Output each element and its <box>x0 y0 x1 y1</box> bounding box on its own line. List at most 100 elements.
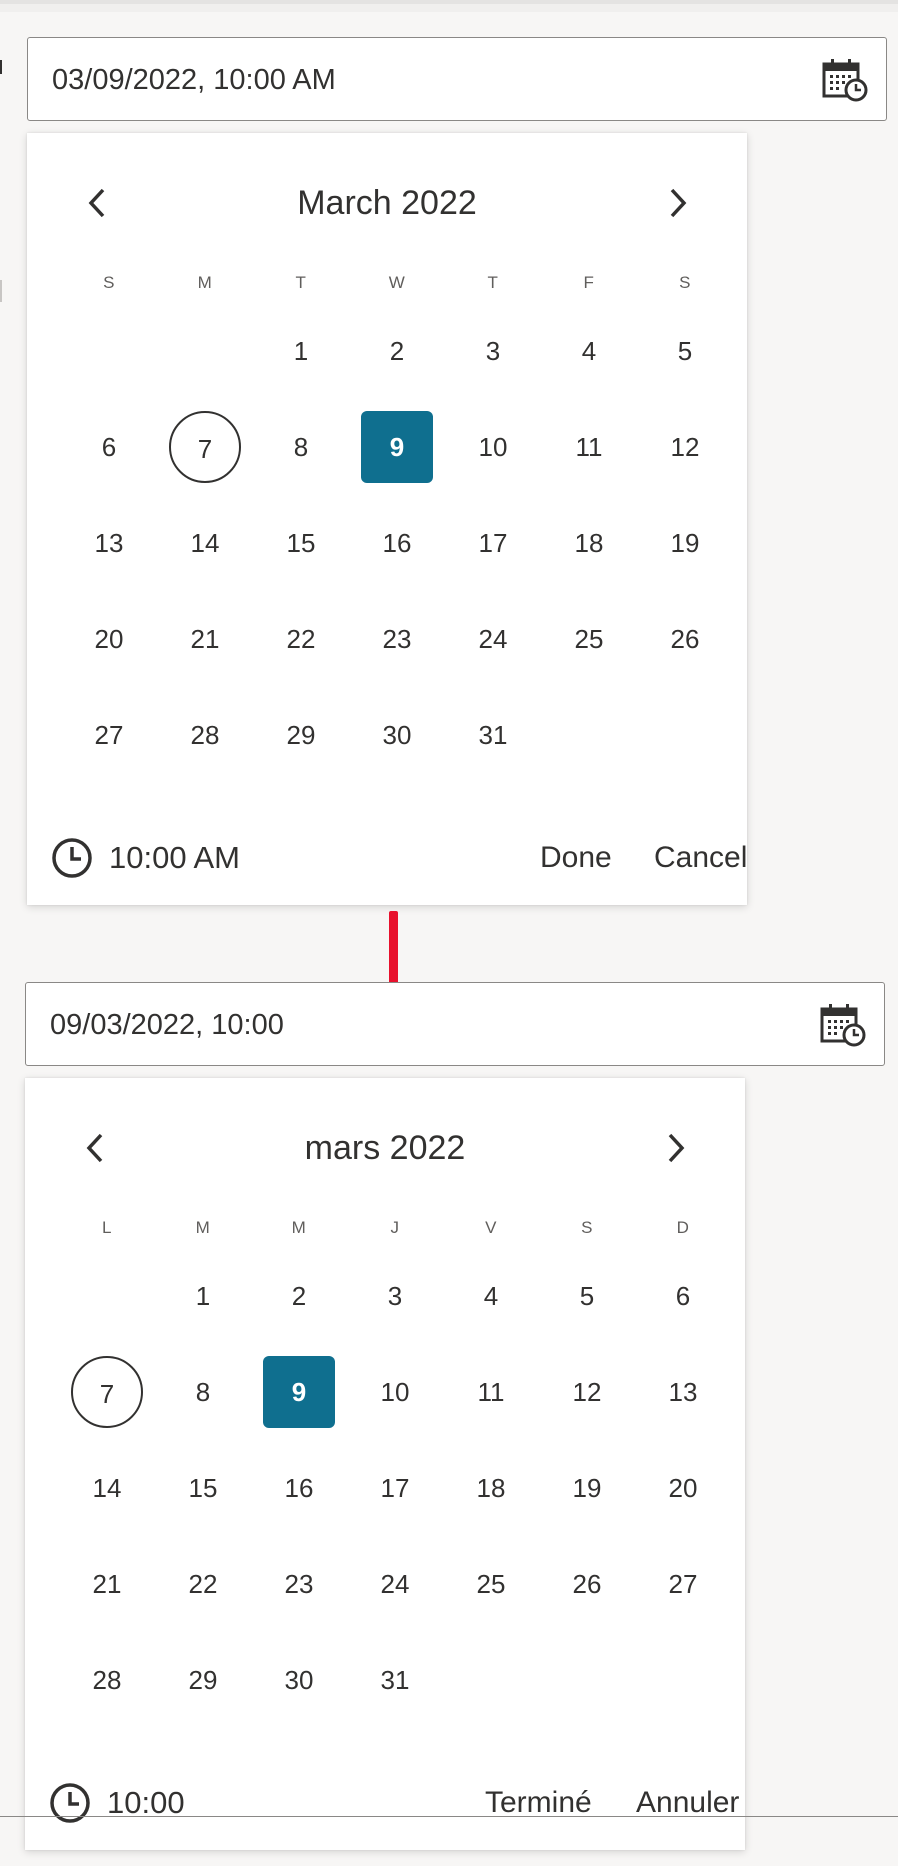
month-year-label[interactable]: mars 2022 <box>145 1126 625 1170</box>
day-cell[interactable]: 26 <box>637 591 733 687</box>
time-value[interactable]: 10:00 <box>107 1778 185 1828</box>
day-cell[interactable]: 1 <box>155 1248 251 1344</box>
done-button[interactable]: Done <box>540 833 612 883</box>
day-cell[interactable]: 23 <box>349 591 445 687</box>
day-cell[interactable]: 29 <box>155 1632 251 1728</box>
day-cell[interactable]: 1 <box>253 303 349 399</box>
day-cell[interactable]: 10 <box>445 399 541 495</box>
day-cell[interactable]: 20 <box>61 591 157 687</box>
calendar-clock-icon[interactable] <box>820 1003 866 1047</box>
day-cell[interactable]: 11 <box>541 399 637 495</box>
clock-icon[interactable] <box>49 1782 91 1824</box>
day-cell[interactable]: 3 <box>445 303 541 399</box>
day-cell[interactable]: 24 <box>347 1536 443 1632</box>
day-cell[interactable]: 28 <box>59 1632 155 1728</box>
day-cell[interactable]: 4 <box>443 1248 539 1344</box>
next-month-button[interactable] <box>654 1126 698 1170</box>
datetime-input-en[interactable]: 03/09/2022, 10:00 AM <box>27 37 887 121</box>
today-day[interactable]: 7 <box>157 399 253 495</box>
day-cell[interactable]: 12 <box>539 1344 635 1440</box>
day-cell[interactable]: 6 <box>635 1248 731 1344</box>
day-cell[interactable]: 8 <box>253 399 349 495</box>
weekday-label: T <box>295 273 307 292</box>
today-day[interactable]: 7 <box>59 1344 155 1440</box>
day-cell[interactable]: 8 <box>155 1344 251 1440</box>
day-cell[interactable]: 17 <box>445 495 541 591</box>
day-cell[interactable]: 5 <box>539 1248 635 1344</box>
weekday-label: W <box>388 273 406 292</box>
month-year-label[interactable]: March 2022 <box>147 181 627 225</box>
selected-day[interactable]: 9 <box>349 399 445 495</box>
day-cell[interactable]: 29 <box>253 687 349 783</box>
day-cell[interactable]: 10 <box>347 1344 443 1440</box>
day-cell[interactable]: 15 <box>155 1440 251 1536</box>
day-cell[interactable]: 23 <box>251 1536 347 1632</box>
day-cell[interactable]: 6 <box>61 399 157 495</box>
weekday-label: J <box>390 1218 400 1237</box>
day-cell[interactable]: 2 <box>349 303 445 399</box>
red-divider <box>389 911 398 984</box>
day-cell[interactable]: 19 <box>637 495 733 591</box>
day-cell[interactable]: 30 <box>349 687 445 783</box>
day-cell[interactable]: 14 <box>157 495 253 591</box>
prev-month-button[interactable] <box>73 1126 117 1170</box>
calendar-day-grid: L M M J V S D 1 2 3 4 5 6 7 8 9 10 11 12 13 14 15 16 17 18 19 20 21… <box>59 1208 731 1728</box>
clock-icon[interactable] <box>51 837 93 879</box>
day-cell[interactable]: 13 <box>635 1344 731 1440</box>
day-cell[interactable]: 30 <box>251 1632 347 1728</box>
day-cell[interactable]: 13 <box>61 495 157 591</box>
day-cell[interactable]: 5 <box>637 303 733 399</box>
day-cell[interactable]: 25 <box>541 591 637 687</box>
day-cell[interactable]: 17 <box>347 1440 443 1536</box>
day-cell[interactable]: 28 <box>157 687 253 783</box>
day-cell[interactable]: 21 <box>157 591 253 687</box>
day-cell[interactable]: 12 <box>637 399 733 495</box>
weekday-header-row: LMMJVSD <box>59 1208 731 1248</box>
day-cell[interactable]: 21 <box>59 1536 155 1632</box>
day-cell[interactable]: 2 <box>251 1248 347 1344</box>
day-cell[interactable]: 22 <box>155 1536 251 1632</box>
edge-tick <box>0 60 2 74</box>
prev-month-button[interactable] <box>75 181 119 225</box>
done-button[interactable]: Terminé <box>485 1778 592 1828</box>
day-cell[interactable]: 27 <box>61 687 157 783</box>
weekday-label: L <box>102 1218 112 1237</box>
empty-day-cell <box>59 1248 155 1344</box>
day-cell[interactable]: 11 <box>443 1344 539 1440</box>
day-cell[interactable]: 22 <box>253 591 349 687</box>
day-cell[interactable]: 27 <box>635 1536 731 1632</box>
cancel-button[interactable]: Cancel <box>654 833 747 883</box>
next-month-button[interactable] <box>656 181 700 225</box>
datetime-input-value[interactable]: 03/09/2022, 10:00 AM <box>52 38 336 122</box>
top-bar <box>0 0 898 12</box>
weekday-label: M <box>197 273 213 292</box>
day-cell[interactable]: 24 <box>445 591 541 687</box>
day-cell[interactable]: 16 <box>349 495 445 591</box>
day-cell[interactable]: 15 <box>253 495 349 591</box>
picker-footer: 10:00 Terminé Annuler <box>49 1778 739 1828</box>
day-cell[interactable]: 20 <box>635 1440 731 1536</box>
day-cell[interactable]: 16 <box>251 1440 347 1536</box>
chevron-right-icon <box>668 1133 685 1163</box>
day-cell[interactable]: 31 <box>347 1632 443 1728</box>
weekday-label: V <box>485 1218 497 1237</box>
day-cell[interactable]: 26 <box>539 1536 635 1632</box>
weekday-label: T <box>487 273 499 292</box>
calendar-popup-fr: mars 2022 L M M J V S D 1 2 3 4 5 6 7 8 9 10 11 12 13 14 15 16… <box>25 1078 745 1850</box>
day-cell[interactable]: 3 <box>347 1248 443 1344</box>
day-cell[interactable]: 18 <box>541 495 637 591</box>
day-cell[interactable]: 14 <box>59 1440 155 1536</box>
day-cell[interactable]: 4 <box>541 303 637 399</box>
day-cell[interactable]: 31 <box>445 687 541 783</box>
day-cell[interactable]: 25 <box>443 1536 539 1632</box>
selected-day[interactable]: 9 <box>251 1344 347 1440</box>
datetime-input-value[interactable]: 09/03/2022, 10:00 <box>50 983 284 1067</box>
datetime-input-fr[interactable]: 09/03/2022, 10:00 <box>25 982 885 1066</box>
day-cell[interactable]: 19 <box>539 1440 635 1536</box>
calendar-clock-icon[interactable] <box>822 58 868 102</box>
weekday-label: S <box>679 273 691 292</box>
cancel-button[interactable]: Annuler <box>636 1778 739 1828</box>
time-value[interactable]: 10:00 AM <box>109 833 240 883</box>
calendar-popup-en: March 2022 S M T W T F S 1 2 3 4 5 6 7 8 9 10 11 12 13 14 15 1… <box>27 133 747 905</box>
day-cell[interactable]: 18 <box>443 1440 539 1536</box>
